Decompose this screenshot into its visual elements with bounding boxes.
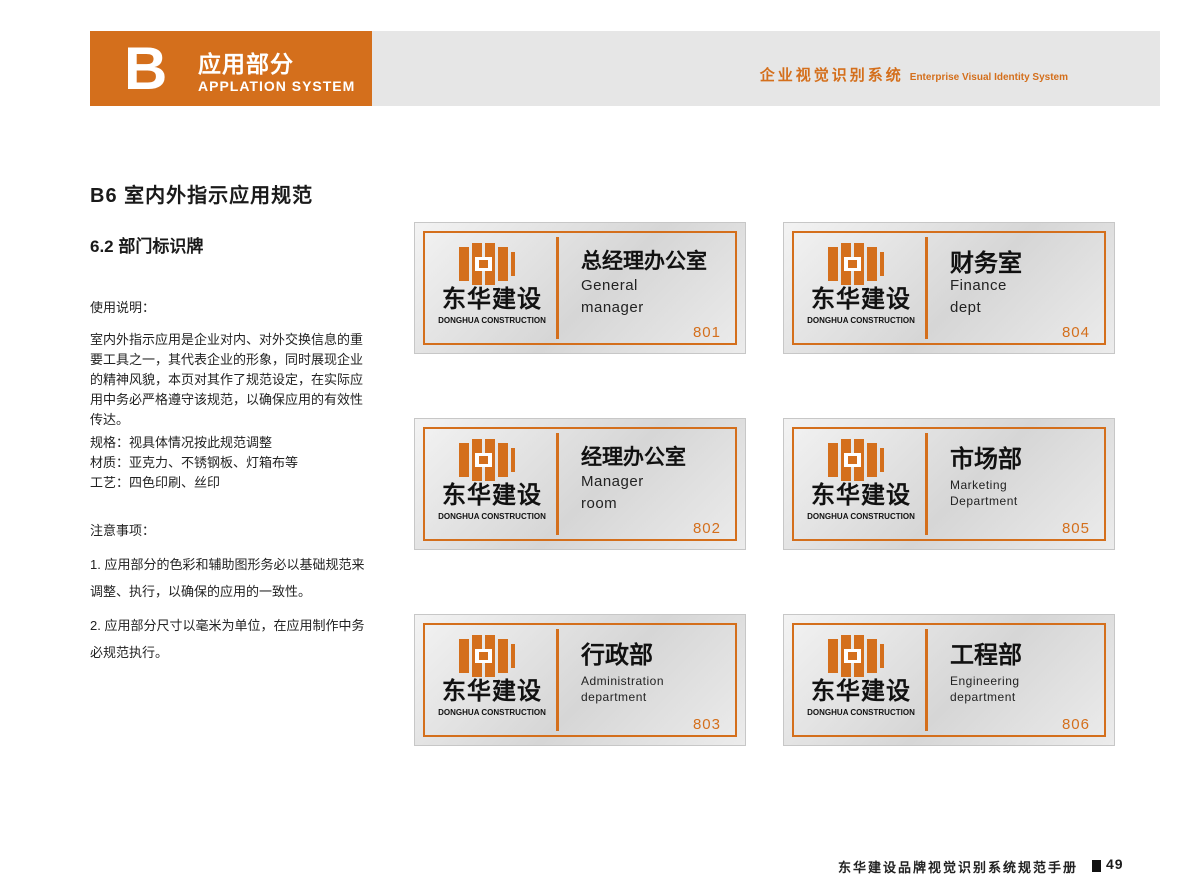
manual-title: 东华建设品牌视觉识别系统规范手册 bbox=[837, 860, 1078, 875]
sign-department-en-line2: room bbox=[581, 495, 618, 512]
department-sign: 东华建设 DONGHUA CONSTRUCTION 经理办公室 Manager … bbox=[414, 418, 746, 550]
system-title: 企业视觉识别系统 Enterprise Visual Identity Syste… bbox=[760, 64, 1068, 85]
section-title-cn: 应用部分 bbox=[198, 51, 294, 77]
brand-name: 东华建设 bbox=[811, 284, 911, 313]
sign-department-en: General manager bbox=[581, 275, 731, 319]
brand-name: 东华建设 bbox=[442, 480, 542, 509]
spec-process: 工艺：四色印刷、丝印 bbox=[90, 475, 221, 490]
spec-list: 规格：视具体情况按此规范调整 材质：亚克力、不锈钢板、灯箱布等 工艺：四色印刷、… bbox=[90, 433, 375, 493]
sign-department-en: Engineering department bbox=[950, 673, 1100, 705]
sign-divider bbox=[925, 237, 928, 339]
brand-name: 东华建设 bbox=[811, 676, 911, 705]
sign-divider bbox=[556, 433, 559, 535]
sign-divider bbox=[925, 433, 928, 535]
room-number: 805 bbox=[1061, 520, 1090, 537]
sign-department-en-line1: Engineering bbox=[950, 674, 1020, 688]
sign-department-en-line1: Marketing bbox=[950, 478, 1008, 492]
room-number: 806 bbox=[1061, 716, 1090, 733]
page-marker-icon bbox=[1092, 860, 1101, 872]
brand-name: 东华建设 bbox=[811, 480, 911, 509]
brand-name-en: DONGHUA CONSTRUCTION bbox=[807, 708, 915, 717]
sign-divider bbox=[556, 237, 559, 339]
brand-name: 东华建设 bbox=[442, 284, 542, 313]
department-sign: 东华建设 DONGHUA CONSTRUCTION 工程部 Engineerin… bbox=[783, 614, 1115, 746]
page-number: 49 bbox=[1106, 856, 1124, 872]
sign-department-en-line2: department bbox=[581, 690, 647, 704]
sign-department-en-line1: Administration bbox=[581, 674, 665, 688]
sign-department-cn: 市场部 bbox=[950, 446, 1022, 473]
sign-department-en: Finance dept bbox=[950, 275, 1100, 319]
spec-size: 规格：视具体情况按此规范调整 bbox=[90, 435, 273, 450]
room-number: 803 bbox=[692, 716, 721, 733]
sign-department-en: Marketing Department bbox=[950, 477, 1100, 509]
building-logo-icon bbox=[828, 439, 884, 481]
sign-department-cn: 总经理办公室 bbox=[581, 250, 707, 273]
notes-label: 注意事项： bbox=[90, 523, 156, 538]
department-sign: 东华建设 DONGHUA CONSTRUCTION 财务室 Finance de… bbox=[783, 222, 1115, 354]
department-sign: 东华建设 DONGHUA CONSTRUCTION 行政部 Administra… bbox=[414, 614, 746, 746]
department-sign: 东华建设 DONGHUA CONSTRUCTION 总经理办公室 General… bbox=[414, 222, 746, 354]
brand-name-en: DONGHUA CONSTRUCTION bbox=[438, 708, 546, 717]
building-logo-icon bbox=[828, 243, 884, 285]
sign-department-en-line2: dept bbox=[950, 299, 982, 316]
building-logo-icon bbox=[459, 439, 515, 481]
sign-department-en-line1: General bbox=[581, 277, 638, 294]
page-title: B6 室内外指示应用规范 bbox=[90, 185, 314, 207]
sign-department-en: Manager room bbox=[581, 471, 731, 515]
sign-department-cn: 经理办公室 bbox=[581, 446, 686, 469]
building-logo-icon bbox=[459, 243, 515, 285]
sign-department-cn: 财务室 bbox=[950, 250, 1022, 277]
sign-department-en: Administration department bbox=[581, 673, 731, 705]
usage-description: 室内外指示应用是企业对内、对外交换信息的重要工具之一，其代表企业的形象，同时展现… bbox=[90, 332, 364, 427]
sign-department-en-line2: Department bbox=[950, 494, 1018, 508]
brand-name-en: DONGHUA CONSTRUCTION bbox=[438, 316, 546, 325]
sign-department-en-line2: manager bbox=[581, 299, 644, 316]
note-item: 2. 应用部分尺寸以毫米为单位，在应用制作中务必规范执行。 bbox=[90, 618, 365, 660]
note-item: 1. 应用部分的色彩和辅助图形务必以基础规范来调整、执行，以确保的应用的一致性。 bbox=[90, 557, 365, 599]
sign-divider bbox=[556, 629, 559, 731]
system-title-cn: 企业视觉识别系统 bbox=[759, 67, 904, 84]
system-title-en: Enterprise Visual Identity System bbox=[909, 72, 1068, 83]
section-letter: B bbox=[124, 35, 168, 102]
room-number: 801 bbox=[692, 324, 721, 341]
room-number: 804 bbox=[1061, 324, 1090, 341]
sign-department-en-line1: Finance bbox=[950, 277, 1007, 294]
building-logo-icon bbox=[828, 635, 884, 677]
building-logo-icon bbox=[459, 635, 515, 677]
brand-name-en: DONGHUA CONSTRUCTION bbox=[438, 512, 546, 521]
page-subtitle: 6.2 部门标识牌 bbox=[90, 237, 204, 256]
section-title-en: APPLATION SYSTEM bbox=[198, 78, 356, 94]
brand-name-en: DONGHUA CONSTRUCTION bbox=[807, 512, 915, 521]
department-sign: 东华建设 DONGHUA CONSTRUCTION 市场部 Marketing … bbox=[783, 418, 1115, 550]
usage-label: 使用说明： bbox=[90, 300, 156, 315]
brand-name-en: DONGHUA CONSTRUCTION bbox=[807, 316, 915, 325]
sign-department-cn: 工程部 bbox=[950, 642, 1022, 669]
brand-name: 东华建设 bbox=[442, 676, 542, 705]
sign-department-en-line1: Manager bbox=[581, 473, 644, 490]
sign-department-en-line2: department bbox=[950, 690, 1016, 704]
spec-material: 材质：亚克力、不锈钢板、灯箱布等 bbox=[90, 455, 299, 470]
room-number: 802 bbox=[692, 520, 721, 537]
sign-divider bbox=[925, 629, 928, 731]
sign-department-cn: 行政部 bbox=[581, 642, 653, 669]
